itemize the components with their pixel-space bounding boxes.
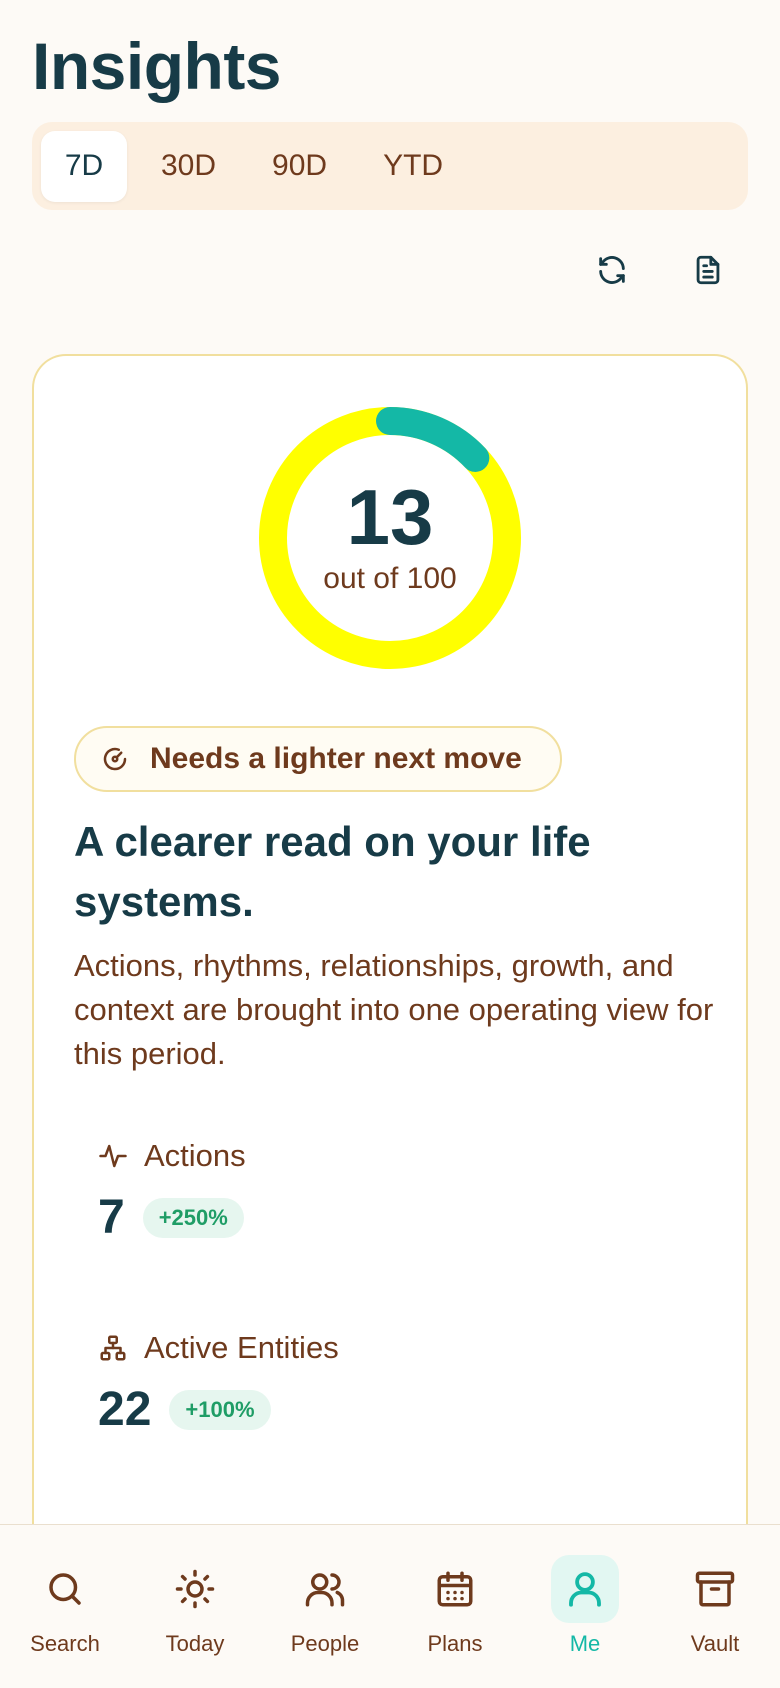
metric-label: Actions — [144, 1138, 246, 1173]
nav-label: Plans — [427, 1631, 483, 1656]
status-badge: Needs a lighter next move — [74, 726, 562, 792]
nav-item-vault[interactable]: Vault — [650, 1525, 780, 1688]
people-icon — [305, 1573, 345, 1607]
tab-ytd[interactable]: YTD — [361, 131, 465, 202]
nav-label: Me — [569, 1631, 601, 1656]
tab-7d[interactable]: 7D — [41, 130, 127, 202]
summary-headline: A clearer read on your life systems. — [74, 818, 591, 925]
search-icon — [49, 1573, 81, 1605]
metric-value: 22 — [98, 1383, 152, 1436]
page-title: Insights — [32, 29, 282, 103]
user-icon — [569, 1572, 601, 1607]
insights-screen: Insights 7D 30D 90D YTD 13 out of 100 Ne… — [0, 0, 780, 1688]
activity-icon — [99, 1144, 127, 1168]
metric-active-entities: Active Entities 22 +100% — [98, 1328, 658, 1438]
metric-delta-badge: +100% — [169, 1390, 271, 1430]
tab-30d[interactable]: 30D — [139, 131, 238, 202]
gauge-icon — [103, 747, 127, 771]
status-label: Needs a lighter next move — [150, 742, 522, 775]
nav-item-search[interactable]: Search — [0, 1525, 130, 1688]
metric-label: Active Entities — [144, 1330, 339, 1365]
score-subtitle: out of 100 — [323, 562, 457, 595]
metric-delta-badge: +250% — [142, 1198, 244, 1238]
document-icon — [696, 255, 720, 285]
nav-label: Search — [30, 1631, 100, 1656]
tab-90d[interactable]: 90D — [250, 131, 349, 202]
hierarchy-icon — [100, 1335, 126, 1361]
metric-value: 7 — [98, 1191, 125, 1244]
sun-icon — [175, 1569, 215, 1609]
summary-description: Actions, rhythms, relationships, growth,… — [74, 948, 714, 1071]
report-button[interactable] — [682, 244, 734, 296]
metric-actions: Actions 7 +250% — [98, 1136, 658, 1246]
period-tabs: 7D 30D 90D YTD — [32, 122, 748, 210]
refresh-icon — [599, 256, 625, 284]
bottom-navigation: Search Today People Plans Me Vault — [0, 1524, 780, 1688]
nav-label: Today — [165, 1631, 225, 1656]
archive-icon — [695, 1571, 735, 1607]
nav-item-people[interactable]: People — [260, 1525, 390, 1688]
calendar-icon — [437, 1571, 473, 1607]
refresh-button[interactable] — [586, 244, 638, 296]
score-value: 13 — [346, 473, 434, 561]
nav-label: People — [290, 1631, 360, 1656]
nav-item-me[interactable]: Me — [520, 1525, 650, 1688]
nav-label: Vault — [690, 1631, 740, 1656]
nav-item-plans[interactable]: Plans — [390, 1525, 520, 1688]
nav-item-today[interactable]: Today — [130, 1525, 260, 1688]
